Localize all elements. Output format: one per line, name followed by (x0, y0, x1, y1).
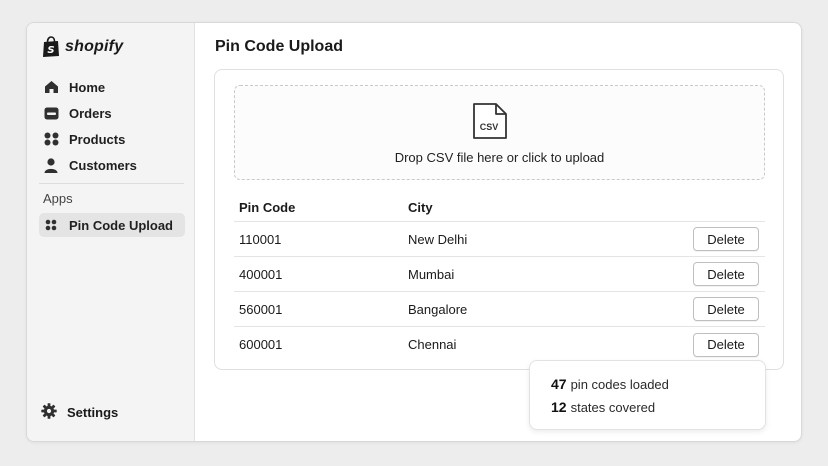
sidebar-item-label: Pin Code Upload (69, 217, 173, 233)
header-pin-code: Pin Code (239, 200, 296, 215)
sidebar-item-products[interactable]: Products (39, 127, 185, 151)
pin-code-cell: 600001 (239, 337, 283, 352)
brand-logo[interactable]: S shopify (41, 35, 123, 59)
inbox-icon (43, 105, 59, 121)
home-icon (43, 79, 59, 95)
table-row: 110001 New Delhi Delete (234, 222, 765, 257)
stats-summary-card: 47 pin codes loaded 12 states covered (529, 360, 766, 430)
state-count-value: 12 (551, 399, 567, 415)
pin-code-cell: 110001 (239, 231, 282, 247)
csv-dropzone[interactable]: CSV Drop CSV file here or click to uploa… (234, 85, 765, 180)
city-cell: Mumbai (408, 266, 455, 282)
sidebar-item-customers[interactable]: Customers (39, 153, 185, 177)
sidebar-item-label: Customers (69, 157, 137, 173)
table-row: 560001 Bangalore Delete (234, 292, 765, 327)
pin-code-table: Pin Code City 110001 New Delhi Delete 40… (234, 194, 765, 362)
main-content: Pin Code Upload CSV Drop CSV file here o… (195, 23, 801, 441)
city-cell: Bangalore (408, 301, 468, 317)
delete-button[interactable]: Delete (693, 227, 759, 251)
upload-card: CSV Drop CSV file here or click to uploa… (214, 69, 784, 370)
city-cell: Chennai (408, 337, 457, 352)
sidebar-item-home[interactable]: Home (39, 75, 185, 99)
state-count-text: states covered (570, 400, 656, 415)
settings-label: Settings (67, 405, 119, 420)
sidebar-item-label: Products (69, 131, 126, 147)
table-row: 400001 Mumbai Delete (234, 257, 765, 292)
page-title: Pin Code Upload (215, 38, 343, 55)
brand-name: shopify (65, 38, 124, 55)
pin-code-cell: 400001 (239, 266, 283, 282)
sidebar-item-label: Home (69, 79, 106, 95)
table-header: Pin Code City (234, 194, 765, 222)
sidebar-divider (39, 183, 184, 184)
header-city: City (408, 200, 433, 215)
apps-section-label: Apps (43, 191, 73, 206)
grid-icon (43, 131, 59, 147)
dropzone-text: Drop CSV file here or click to upload (394, 150, 605, 165)
sidebar-item-orders[interactable]: Orders (39, 101, 185, 125)
sidebar-item-label: Orders (69, 105, 112, 121)
table-row: 600001 Chennai Delete (234, 327, 765, 362)
gear-icon (41, 403, 57, 422)
city-cell: New Delhi (408, 231, 468, 247)
shopping-bag-icon: S (43, 36, 59, 57)
pin-count-text: pin codes loaded (570, 377, 669, 392)
delete-button[interactable]: Delete (693, 262, 759, 286)
state-count-stat: 12 states covered (551, 398, 765, 421)
apps-grid-icon (43, 217, 59, 233)
sidebar-item-pin-code-upload[interactable]: Pin Code Upload (39, 213, 185, 237)
pin-count-value: 47 (551, 376, 567, 392)
person-icon (43, 157, 59, 173)
csv-icon-label: CSV (480, 122, 499, 132)
pin-count-stat: 47 pin codes loaded (551, 375, 765, 398)
pin-code-cell: 560001 (239, 301, 283, 317)
delete-button[interactable]: Delete (693, 297, 759, 321)
sidebar: S shopify Home Orders Products Customers… (27, 23, 195, 441)
delete-button[interactable]: Delete (693, 332, 759, 357)
sidebar-item-settings[interactable]: Settings (41, 403, 118, 422)
csv-file-icon: CSV (473, 103, 507, 139)
svg-text:S: S (47, 45, 54, 56)
app-window: S shopify Home Orders Products Customers… (26, 22, 802, 442)
